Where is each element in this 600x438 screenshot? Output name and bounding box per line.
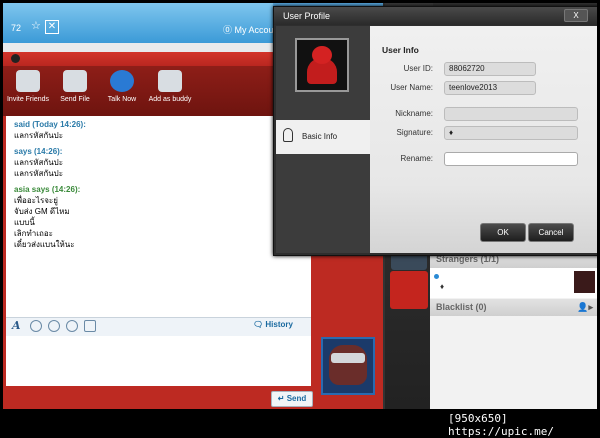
emoticon-icon[interactable] <box>30 320 42 332</box>
message-line: แลกรหัสกันปะ <box>14 169 64 178</box>
nickname-field <box>444 107 578 121</box>
avatar-goggles <box>331 353 365 363</box>
add-buddy-button[interactable]: Add as buddy <box>145 70 195 114</box>
talk-now-label: Talk Now <box>107 96 137 103</box>
dialog-nav: Basic Info <box>276 26 370 253</box>
online-count: 72 <box>11 23 22 33</box>
send-file-label: Send File <box>60 96 90 103</box>
wink-icon[interactable] <box>48 320 60 332</box>
image-icon[interactable] <box>84 320 96 332</box>
nav-basic-info-label: Basic Info <box>302 132 338 141</box>
contact-item[interactable]: ♦ <box>430 268 597 298</box>
message-line: เดี๋ยวส่งแบนให้นะ <box>14 240 75 249</box>
blacklist-group[interactable]: Blacklist (0) 👤▸ <box>430 299 597 316</box>
close-icon[interactable]: ✕ <box>45 20 59 34</box>
dialog-titlebar: User Profile X <box>274 7 597 25</box>
message-line: เลิกทำเถอะ <box>14 229 53 238</box>
user-icon <box>283 128 293 142</box>
rename-input[interactable] <box>444 152 578 166</box>
message-header: says (14:26): <box>14 147 63 156</box>
app-logo-icon <box>11 54 20 63</box>
star-icon[interactable]: ☆ <box>31 19 41 32</box>
history-icon: 🗨 <box>253 320 266 329</box>
close-button[interactable]: X <box>564 9 588 22</box>
send-button[interactable]: ↵ Send <box>271 391 313 407</box>
lan-icon[interactable] <box>390 271 428 309</box>
screen-frame: 72 ☆ ✕ ⓪ My Account Invite Friends Send … <box>3 3 597 409</box>
user-id-label: User ID: <box>403 64 433 73</box>
rename-label: Rename: <box>400 154 433 163</box>
message-line: แลกรหัสกันปะ <box>14 158 64 167</box>
message-header: said (Today 14:26): <box>14 120 86 129</box>
message-input[interactable] <box>6 336 311 386</box>
chat-toolbar: Invite Friends Send File Talk Now Add as… <box>3 66 313 116</box>
avatar-head <box>312 46 332 64</box>
footer-bar: [950x650] https://upic.me/ <box>0 409 600 438</box>
message: says (14:26): แลกรหัสกันปะ แลกรหัสกันปะ <box>14 146 63 179</box>
user-name-label: User Name: <box>390 83 433 92</box>
message-line: แลกรหัสกันปะ <box>14 131 64 140</box>
nickname-label: Nickname: <box>395 109 433 118</box>
profile-avatar <box>295 38 349 92</box>
invite-friends-label: Invite Friends <box>6 96 50 103</box>
avatar-face <box>329 345 367 385</box>
cancel-button[interactable]: Cancel <box>528 223 574 242</box>
signature-field: ♦ <box>444 126 578 140</box>
blacklist-label: Blacklist (0) <box>436 302 487 312</box>
user-name-field: teenlove2013 <box>444 81 536 95</box>
add-buddy-icon <box>158 70 182 92</box>
section-title: User Info <box>382 45 419 55</box>
add-buddy-label: Add as buddy <box>148 96 192 103</box>
nav-basic-info[interactable]: Basic Info <box>276 120 370 154</box>
talk-now-button[interactable]: Talk Now <box>97 70 147 114</box>
message-header: asia says (14:26): <box>14 185 81 194</box>
contact-avatar <box>321 337 375 395</box>
send-file-icon <box>63 70 87 92</box>
history-label: History <box>265 320 293 329</box>
contact-list: Strangers (1/1) ♦ Blacklist (0) 👤▸ <box>430 249 597 409</box>
invite-friends-icon <box>16 70 40 92</box>
footer-text: [950x650] https://upic.me/ <box>448 412 554 438</box>
talk-now-icon <box>110 70 134 92</box>
message-line: เพื่ออะไรจะยู่ <box>14 196 58 205</box>
message: asia says (14:26): เพื่ออะไรจะยู่ จับส่ง… <box>14 184 80 250</box>
contact-signature: ♦ <box>440 282 445 291</box>
add-user-icon[interactable]: 👤▸ <box>577 299 593 316</box>
send-file-button[interactable]: Send File <box>50 70 100 114</box>
user-id-field: 88062720 <box>444 62 536 76</box>
dialog-title: User Profile <box>283 11 331 21</box>
message-line: จับส่ง GM ดีไหม <box>14 207 70 216</box>
user-profile-dialog: User Profile X Basic Info User Info User… <box>273 6 597 256</box>
send-icon: ↵ <box>277 394 287 403</box>
send-label: Send <box>286 394 307 403</box>
user-icon: ⓪ <box>223 25 235 35</box>
message-line: แบบนี้ <box>14 218 35 227</box>
status-dot-icon <box>434 274 439 279</box>
font-icon[interactable]: A <box>12 319 21 332</box>
message: said (Today 14:26): แลกรหัสกันปะ <box>14 119 86 141</box>
signature-label: Signature: <box>396 128 433 137</box>
contact-avatar-small <box>574 271 595 293</box>
ok-button[interactable]: OK <box>480 223 526 242</box>
history-button[interactable]: 🗨 History <box>253 320 293 329</box>
invite-friends-button[interactable]: Invite Friends <box>3 70 53 114</box>
screenshot-icon[interactable] <box>66 320 78 332</box>
